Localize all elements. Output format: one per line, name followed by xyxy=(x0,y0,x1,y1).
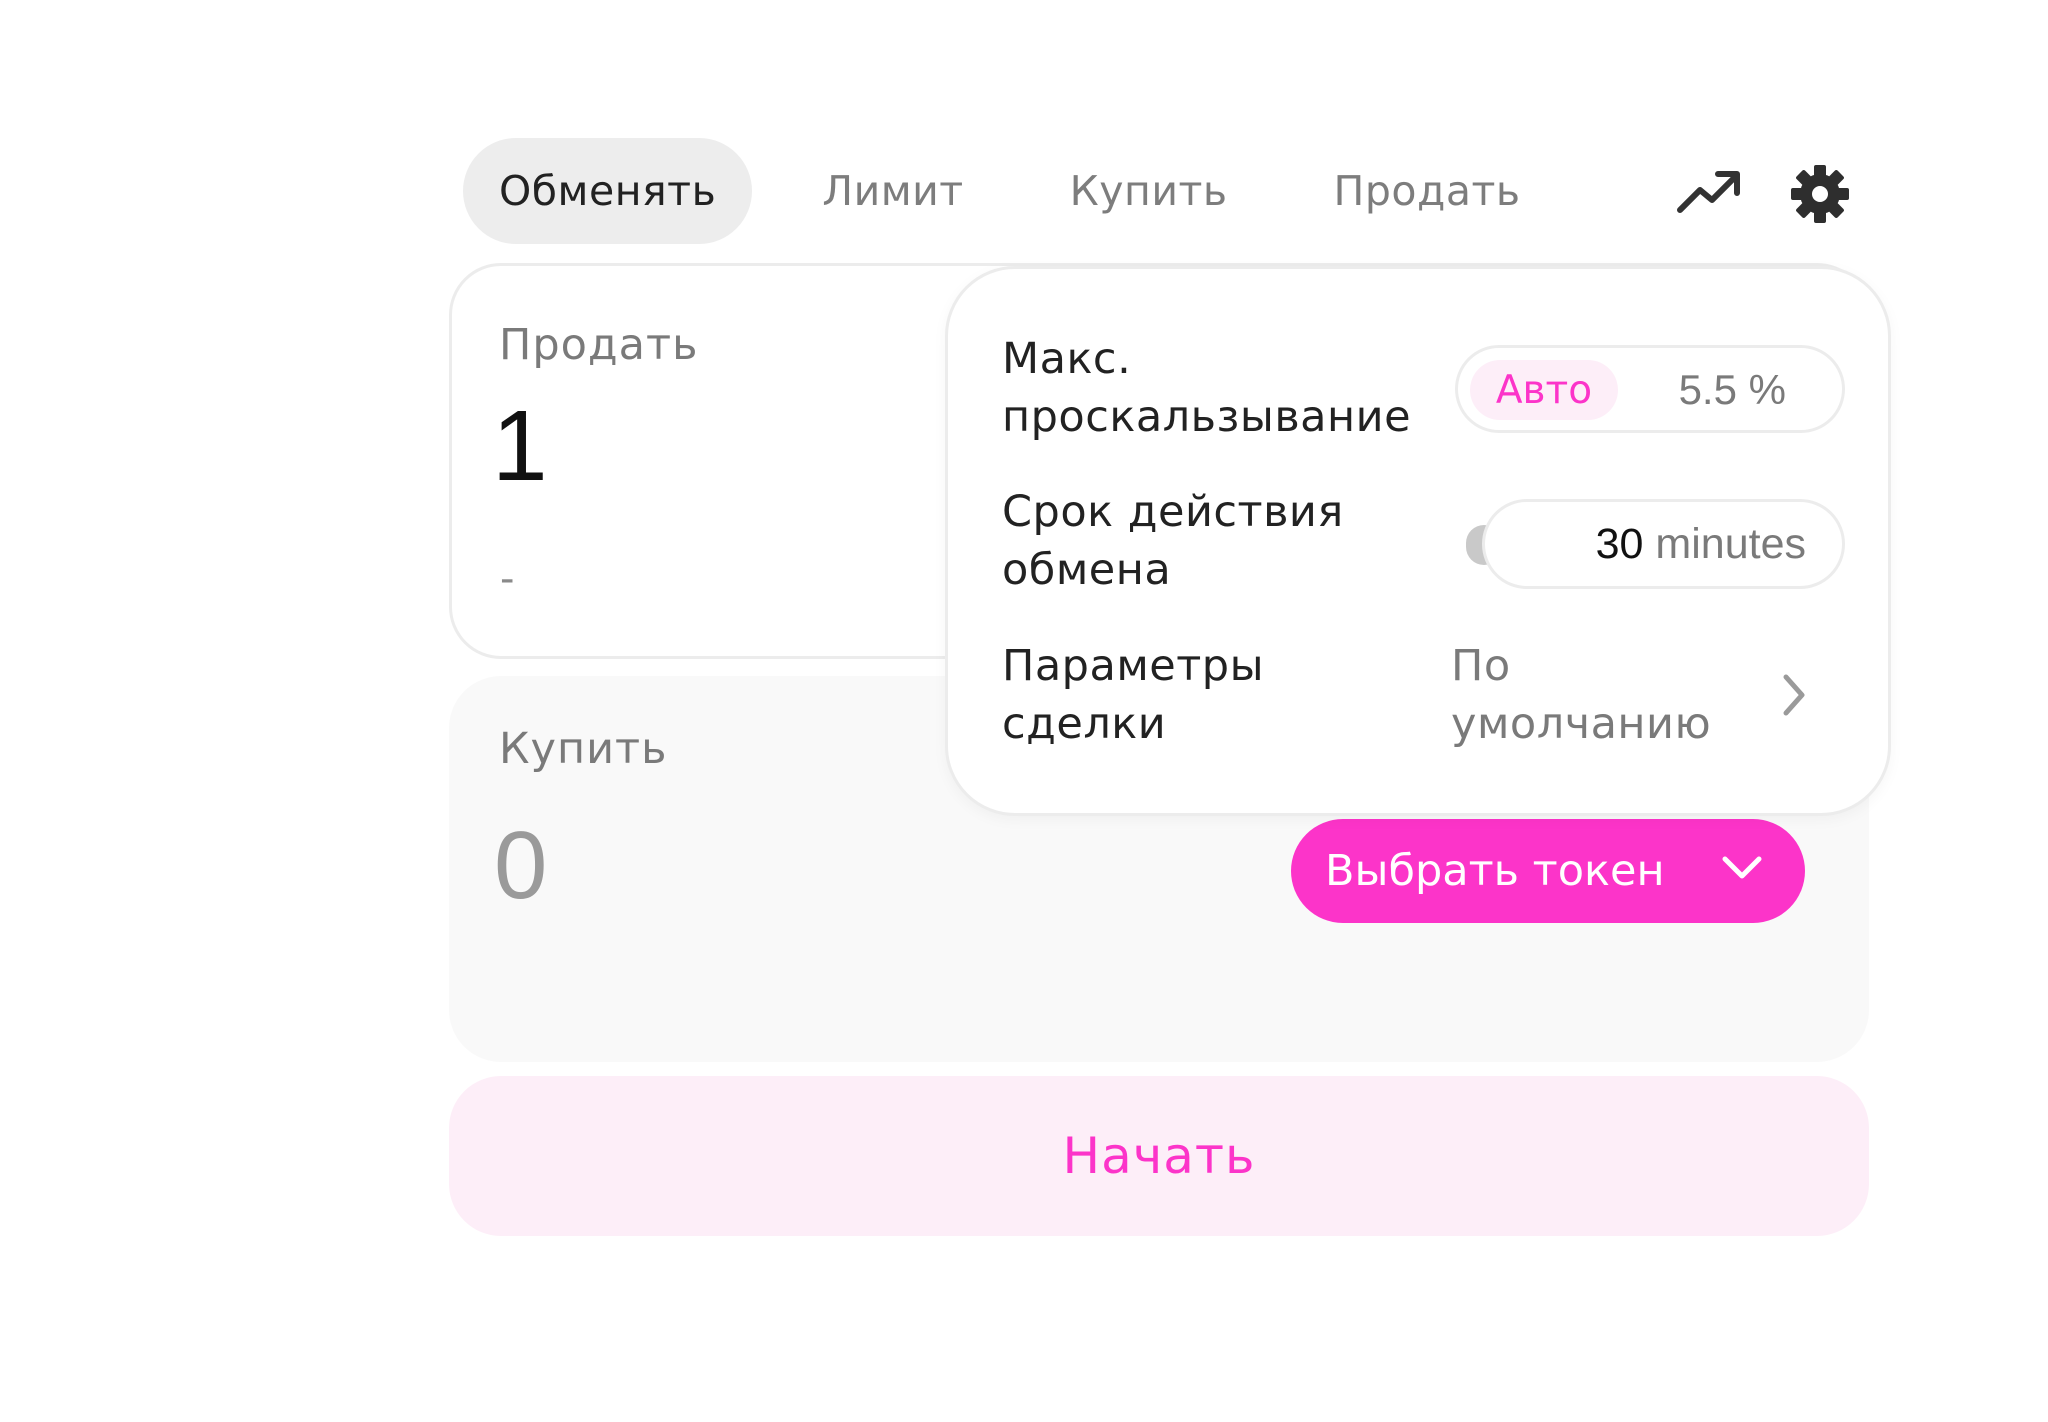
slippage-unit: % xyxy=(1748,366,1786,413)
tab-buy[interactable]: Купить xyxy=(1070,138,1228,244)
chevron-right-icon[interactable] xyxy=(1780,673,1808,717)
select-token-label: Выбрать токен xyxy=(1325,846,1665,896)
trending-up-icon[interactable] xyxy=(1676,166,1742,218)
sell-amount-input[interactable]: 1 xyxy=(492,396,548,496)
slippage-value-group: 5.5 % xyxy=(1679,366,1786,414)
tab-sell[interactable]: Продать xyxy=(1334,138,1521,244)
sell-usd-value: - xyxy=(500,556,515,602)
tab-swap[interactable]: Обменять xyxy=(463,138,753,244)
buy-label: Купить xyxy=(499,724,668,774)
slippage-auto-button[interactable]: Авто xyxy=(1470,360,1618,420)
trade-options-value[interactable]: По умолчанию xyxy=(1451,637,1711,753)
tab-bar: Обменять Лимит Купить Продать xyxy=(463,138,1521,244)
deadline-unit: minutes xyxy=(1655,519,1806,568)
tab-limit[interactable]: Лимит xyxy=(822,138,963,244)
settings-popover: Макс. проскальзывание Авто 5.5 % Срок де… xyxy=(945,266,1891,816)
slippage-label: Макс. проскальзывание xyxy=(1002,334,1412,442)
slippage-value: 5.5 xyxy=(1678,366,1737,413)
slippage-input[interactable]: Авто 5.5 % xyxy=(1455,345,1845,433)
chevron-down-icon xyxy=(1722,856,1762,879)
deadline-value: 30 xyxy=(1595,519,1644,568)
sell-label: Продать xyxy=(499,320,699,370)
select-token-button[interactable]: Выбрать токен xyxy=(1291,819,1805,923)
gear-icon[interactable] xyxy=(1790,164,1850,224)
deadline-input[interactable]: 30 minutes xyxy=(1482,499,1845,589)
buy-amount-input[interactable]: 0 xyxy=(494,818,547,914)
swap-widget: Обменять Лимит Купить Продать Продать 1 … xyxy=(0,0,2048,1422)
trade-options-label: Параметры сделки xyxy=(1002,641,1265,749)
start-button[interactable]: Начать xyxy=(449,1076,1869,1236)
deadline-label: Срок действия обмена xyxy=(1002,487,1344,595)
